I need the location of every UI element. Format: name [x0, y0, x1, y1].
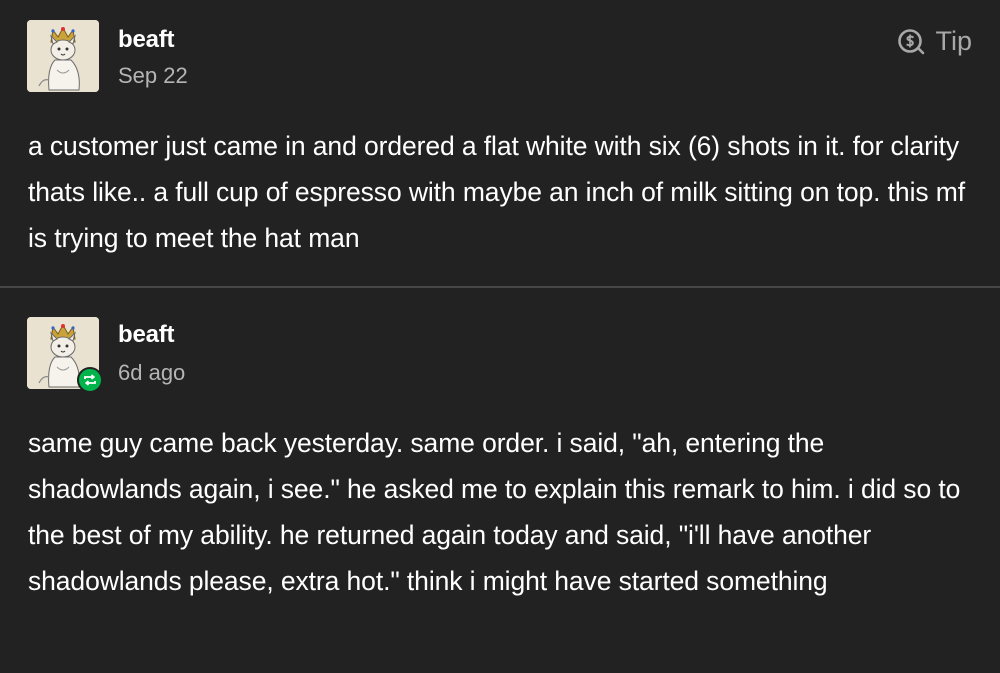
timestamp[interactable]: 6d ago	[118, 360, 185, 386]
tip-label: Tip	[935, 26, 972, 56]
username[interactable]: beaft	[118, 26, 175, 54]
timestamp[interactable]: Sep 22	[118, 63, 188, 89]
post-original: beaft Sep 22 Tip a customer just came in…	[0, 0, 1000, 286]
tip-coin-icon	[898, 28, 925, 54]
crowned-cat-avatar-icon	[27, 20, 99, 92]
reblog-badge	[77, 367, 103, 393]
post-reply: beaft 6d ago same guy came back yesterda…	[0, 288, 1000, 673]
reblog-icon	[84, 374, 96, 386]
avatar[interactable]	[27, 20, 99, 92]
username[interactable]: beaft	[118, 321, 175, 349]
tip-button[interactable]: Tip	[897, 26, 972, 57]
post-body: a customer just came in and ordered a fl…	[28, 131, 966, 253]
post-body: same guy came back yesterday. same order…	[28, 428, 961, 596]
